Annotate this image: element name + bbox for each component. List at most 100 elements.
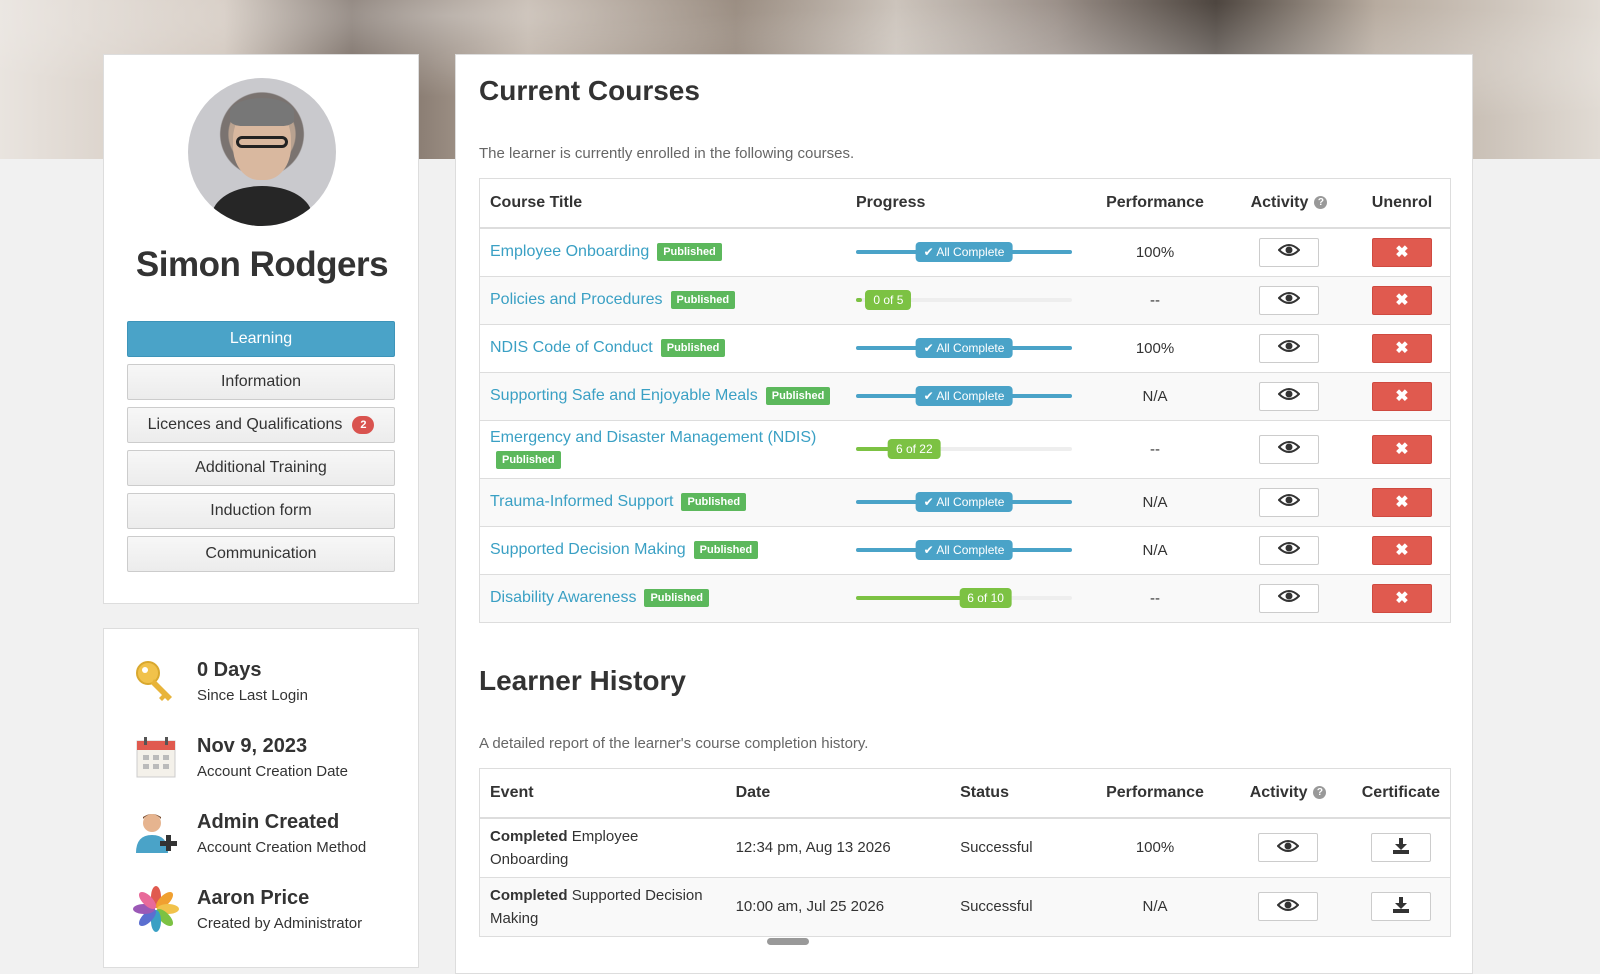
menu-additional-training[interactable]: Additional Training: [127, 450, 395, 486]
published-badge: Published: [693, 541, 759, 560]
progress-cell: ✔ All Complete: [846, 371, 1086, 420]
activity-cell: [1224, 227, 1354, 276]
progress-bar: ✔ All Complete: [856, 490, 1072, 514]
course-title-cell: NDIS Code of Conduct Published: [479, 323, 846, 372]
date-cell: 10:00 am, Jul 25 2026: [725, 876, 951, 936]
published-badge: Published: [644, 589, 709, 608]
course-link[interactable]: Emergency and Disaster Management (NDIS): [490, 429, 816, 446]
view-activity-button[interactable]: [1259, 487, 1319, 517]
unenrol-button[interactable]: ✖: [1372, 434, 1432, 464]
activity-cell: [1224, 573, 1354, 622]
menu-learning[interactable]: Learning: [127, 321, 395, 357]
scroll-handle[interactable]: [767, 938, 809, 945]
col-certificate: Certificate: [1351, 768, 1451, 819]
view-activity-button[interactable]: [1259, 333, 1319, 363]
course-title-cell: Policies and Procedures Published: [479, 275, 846, 324]
course-link[interactable]: Trauma-Informed Support: [490, 493, 673, 510]
help-icon[interactable]: ?: [1314, 196, 1328, 210]
table-row: Supporting Safe and Enjoyable Meals Publi…: [479, 371, 1451, 420]
published-badge: Published: [681, 493, 747, 512]
view-activity-button[interactable]: [1259, 583, 1319, 613]
certificate-cell: [1351, 876, 1451, 936]
progress-text: All Complete: [936, 495, 1005, 509]
unenrol-button[interactable]: ✖: [1372, 583, 1432, 613]
unenrol-cell: ✖: [1354, 323, 1451, 372]
progress-cell: 0 of 5: [846, 275, 1086, 324]
menu-communication-label: Communication: [205, 545, 317, 562]
close-icon: ✖: [1395, 441, 1409, 458]
course-link[interactable]: Supporting Safe and Enjoyable Meals: [490, 387, 758, 404]
published-badge: Published: [660, 339, 726, 358]
menu-information-label: Information: [220, 373, 302, 390]
view-activity-button[interactable]: [1259, 535, 1319, 565]
unenrol-button[interactable]: ✖: [1372, 237, 1432, 267]
unenrol-button[interactable]: ✖: [1372, 333, 1432, 363]
published-badge: Published: [765, 387, 831, 406]
check-icon: ✔: [923, 543, 937, 557]
help-icon[interactable]: ?: [1313, 786, 1327, 800]
event-verb: Completed: [490, 886, 568, 904]
course-link[interactable]: Supported Decision Making: [490, 541, 686, 558]
course-title-cell: Supported Decision Making Published: [479, 525, 846, 574]
download-certificate-button[interactable]: [1370, 892, 1431, 921]
progress-cell: ✔ All Complete: [846, 477, 1086, 526]
profile-menu: Learning Information Licences and Qualif…: [127, 321, 395, 579]
stat-value: Aaron Price: [197, 887, 310, 909]
unenrol-button[interactable]: ✖: [1372, 285, 1432, 315]
close-icon: ✖: [1395, 590, 1409, 607]
progress-label: 6 of 10: [959, 588, 1012, 608]
progress-bar: 6 of 10: [856, 586, 1072, 610]
eye-icon: [1277, 493, 1301, 511]
table-row: Trauma-Informed Support Published ✔ All C…: [479, 477, 1451, 526]
download-certificate-button[interactable]: [1370, 833, 1431, 863]
progress-label: 6 of 22: [887, 439, 941, 459]
close-icon: ✖: [1395, 388, 1409, 405]
view-activity-button[interactable]: [1259, 381, 1319, 411]
unenrol-button[interactable]: ✖: [1372, 535, 1432, 565]
unenrol-cell: ✖: [1354, 371, 1451, 420]
activity-cell: [1224, 817, 1352, 877]
col-status: Status: [950, 768, 1086, 819]
menu-communication[interactable]: Communication: [127, 536, 395, 572]
current-courses-table: Course Title Progress Performance Activi…: [479, 178, 1451, 623]
progress-text: All Complete: [936, 389, 1005, 403]
unenrol-button[interactable]: ✖: [1372, 487, 1432, 517]
main-panel: Current Courses The learner is currently…: [455, 54, 1473, 974]
progress-bar: ✔ All Complete: [856, 336, 1072, 360]
menu-additional-training-label: Additional Training: [195, 459, 327, 476]
course-link[interactable]: Policies and Procedures: [490, 291, 663, 308]
course-title-cell: Emergency and Disaster Management (NDIS)…: [479, 419, 846, 478]
unenrol-button[interactable]: ✖: [1372, 381, 1432, 411]
course-link[interactable]: Employee Onboarding: [490, 243, 649, 260]
unenrol-cell: ✖: [1354, 419, 1451, 478]
course-title-cell: Trauma-Informed Support Published: [479, 477, 846, 526]
progress-cell: 6 of 22: [846, 419, 1086, 478]
menu-information[interactable]: Information: [127, 364, 395, 400]
menu-induction-form[interactable]: Induction form: [127, 493, 395, 529]
progress-bar: 6 of 22: [856, 437, 1072, 461]
stats-card: 0 Days Since Last Login Nov 9, 2023 Acco…: [103, 628, 419, 968]
table-header-row: Course Title Progress Performance Activi…: [479, 178, 1451, 229]
course-link[interactable]: Disability Awareness: [490, 589, 636, 606]
event-verb: Completed: [490, 827, 568, 845]
unenrol-cell: ✖: [1354, 275, 1451, 324]
menu-licences[interactable]: Licences and Qualifications 2: [127, 407, 395, 443]
progress-cell: ✔ All Complete: [846, 525, 1086, 574]
progress-bar: 0 of 5: [856, 288, 1072, 312]
progress-label: ✔ All Complete: [915, 338, 1013, 358]
eye-icon: [1277, 339, 1301, 357]
col-activity-label: Activity: [1250, 194, 1309, 211]
eye-icon: [1277, 440, 1301, 458]
performance-cell: --: [1086, 275, 1224, 324]
table-row: Employee Onboarding Published ✔ All Compl…: [479, 227, 1451, 276]
performance-cell: N/A: [1086, 371, 1224, 420]
view-activity-button[interactable]: [1258, 892, 1319, 921]
course-link[interactable]: NDIS Code of Conduct: [490, 339, 653, 356]
view-activity-button[interactable]: [1258, 833, 1319, 863]
progress-text: All Complete: [936, 245, 1005, 260]
performance-cell: N/A: [1086, 525, 1224, 574]
view-activity-button[interactable]: [1259, 434, 1319, 464]
view-activity-button[interactable]: [1259, 285, 1319, 315]
view-activity-button[interactable]: [1259, 237, 1319, 267]
table-row: Completed Employee Onboarding 12:34 pm, …: [479, 817, 1451, 877]
